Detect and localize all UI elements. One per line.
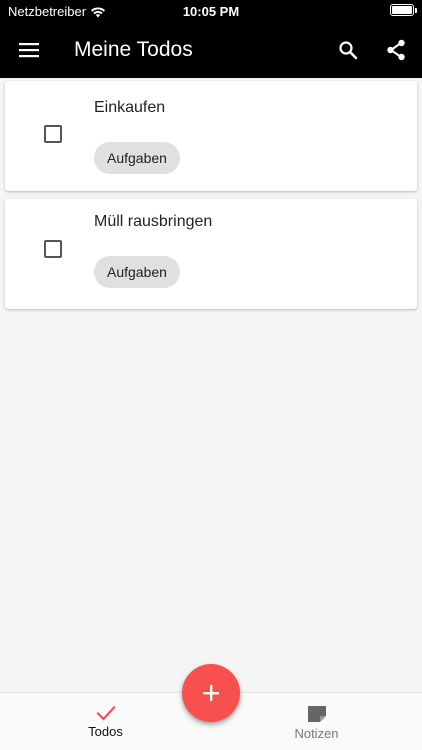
top-bar: Netzbetreiber 10:05 PM Meine Todos [0,0,422,78]
todo-title: Einkaufen [94,99,166,116]
note-icon [307,706,326,722]
todo-card[interactable]: Müll rausbringen Aufgaben [5,199,417,309]
app-bar: Meine Todos [0,22,422,78]
category-chip[interactable]: Aufgaben [94,256,180,288]
nav-item-todos[interactable]: Todos [0,693,211,750]
add-todo-button[interactable] [182,664,240,722]
todo-card[interactable]: Einkaufen Aufgaben [5,81,417,191]
todo-title: Müll rausbringen [94,213,213,230]
todo-checkbox[interactable] [44,240,62,258]
search-button[interactable] [324,22,372,78]
add-icon [203,685,219,701]
nav-item-notizen[interactable]: Notizen [211,693,422,750]
category-chip-label: Aufgaben [107,150,167,166]
battery-icon [390,4,417,16]
nav-label-notizen: Notizen [294,726,339,741]
todo-checkbox[interactable] [44,125,62,143]
category-chip-label: Aufgaben [107,264,167,280]
search-icon [339,41,358,60]
share-icon [387,39,405,61]
page-title: Meine Todos [74,38,193,61]
clock: 10:05 PM [182,4,240,19]
status-bar: Netzbetreiber 10:05 PM [0,0,422,22]
nav-label-todos: Todos [88,724,123,739]
check-icon [95,705,116,721]
app-root: Netzbetreiber 10:05 PM Meine Todos Einka… [0,0,422,750]
share-button[interactable] [372,22,420,78]
menu-button[interactable] [1,22,57,78]
menu-icon [19,43,39,58]
category-chip[interactable]: Aufgaben [94,142,180,174]
